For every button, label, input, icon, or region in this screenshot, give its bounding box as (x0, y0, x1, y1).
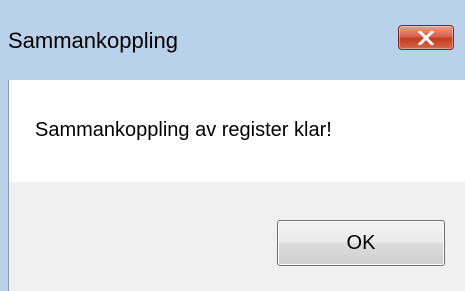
button-bar: OK (9, 182, 465, 291)
message-area: Sammankoppling av register klar! (9, 80, 465, 182)
ok-button[interactable]: OK (277, 220, 445, 266)
dialog-title: Sammankoppling (8, 28, 178, 53)
message-dialog: Sammankoppling Sammankoppling av registe… (0, 0, 465, 291)
window-left-border (0, 80, 8, 291)
title-bar[interactable]: Sammankoppling (0, 0, 465, 80)
dialog-message: Sammankoppling av register klar! (35, 119, 332, 141)
close-button[interactable] (398, 25, 454, 50)
close-icon (418, 30, 434, 45)
